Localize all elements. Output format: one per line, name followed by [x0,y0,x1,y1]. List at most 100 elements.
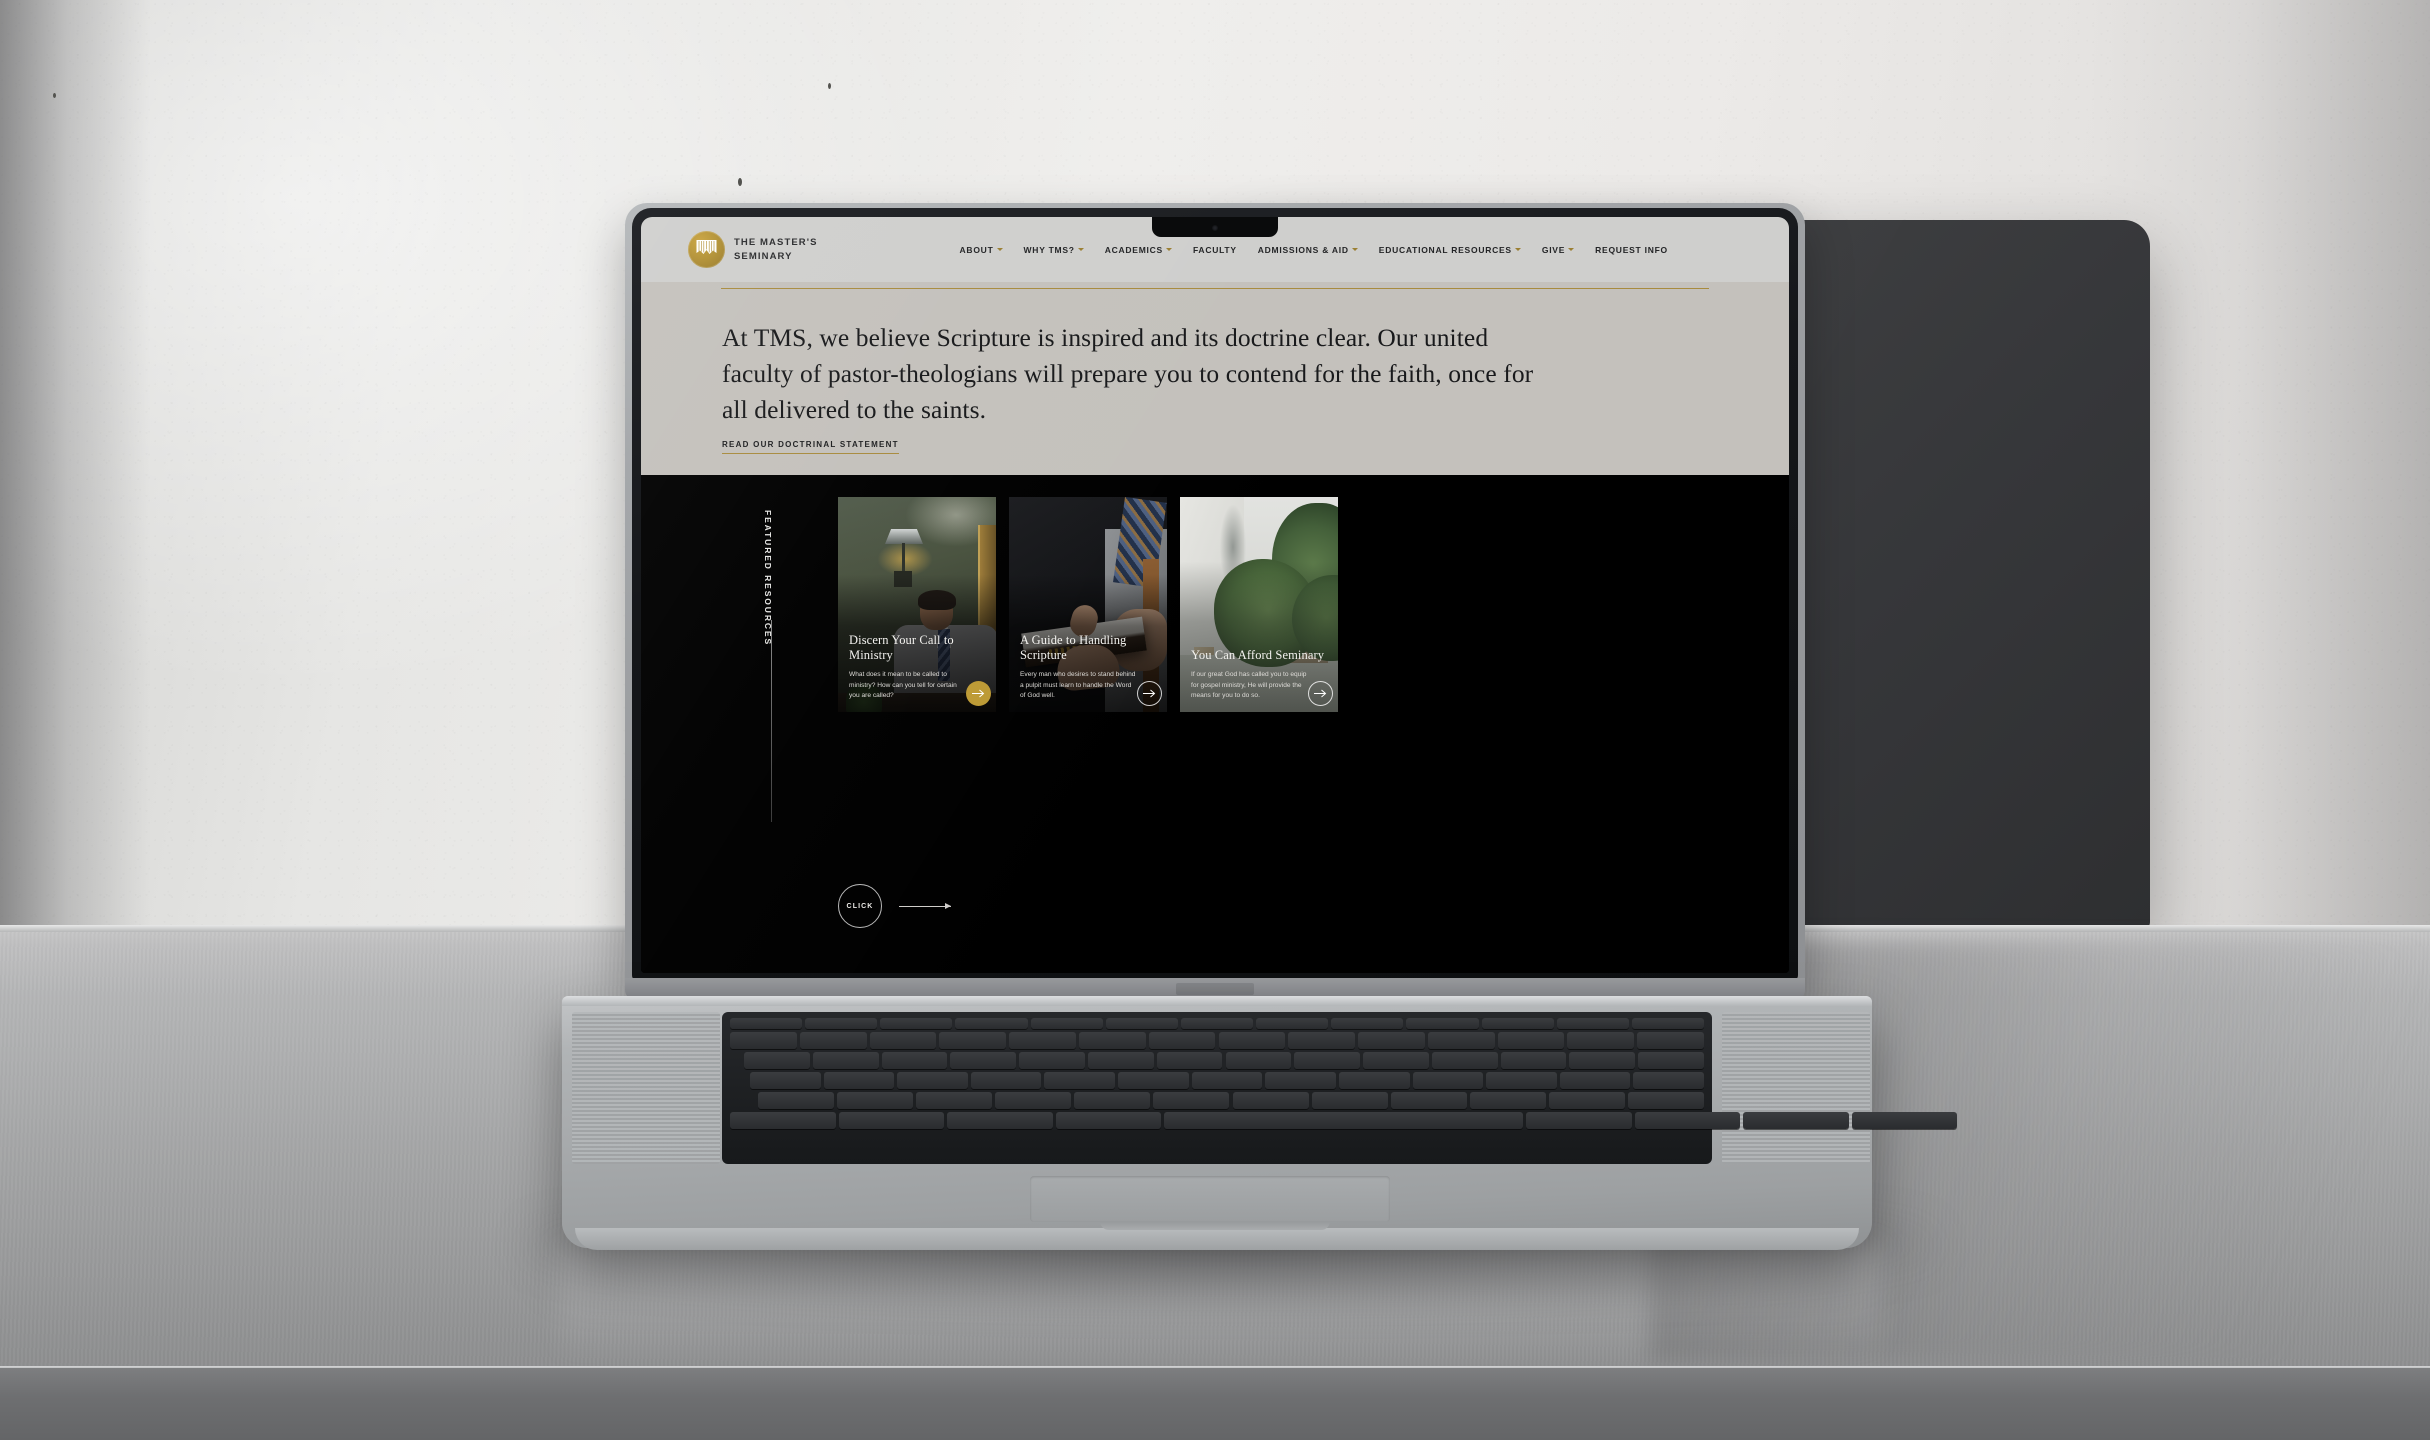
nav-item-why-tms[interactable]: WHY TMS? [1024,245,1084,255]
keyboard-key[interactable] [1225,1052,1292,1069]
keyboard-key[interactable] [1634,1112,1741,1129]
keyboard-key[interactable] [1019,1052,1085,1069]
keyboard-key[interactable] [730,1112,836,1129]
keyboard-key[interactable] [947,1112,1053,1129]
keyboard-key[interactable] [1431,1052,1498,1069]
arrow-right-icon [1314,689,1327,698]
card-content: Discern Your Call to Ministry What does … [849,633,985,701]
carousel-click-button[interactable]: CLICK [838,884,882,928]
keyboard-key[interactable] [838,1112,945,1129]
keyboard-key[interactable] [939,1032,1007,1049]
keyboard-key[interactable] [1288,1032,1356,1049]
keyboard-key[interactable] [1559,1072,1631,1089]
keyboard-key[interactable] [1153,1092,1230,1109]
keyboard-key[interactable] [730,1018,803,1029]
featured-resources-rule [771,620,772,822]
resource-card[interactable]: Discern Your Call to Ministry What does … [838,497,996,712]
keyboard-key[interactable] [1637,1032,1704,1049]
keyboard-key[interactable] [1256,1018,1329,1029]
keyboard-key[interactable] [1627,1092,1704,1109]
nav-item-request-info[interactable]: REQUEST INFO [1595,245,1668,255]
keyboard-key[interactable] [1009,1032,1076,1049]
keyboard-key[interactable] [1358,1032,1425,1049]
keyboard-key[interactable] [1526,1112,1632,1129]
keyboard-key[interactable] [1363,1052,1429,1069]
keyboard-key[interactable] [744,1052,810,1069]
keyboard-key[interactable] [955,1018,1028,1029]
keyboard-key[interactable] [1406,1018,1479,1029]
keyboard-key[interactable] [1469,1092,1546,1109]
keyboard-key[interactable] [916,1092,993,1109]
keyboard-key[interactable] [1265,1072,1336,1089]
keyboard-key[interactable] [750,1072,821,1089]
keyboard-key[interactable] [1548,1092,1625,1109]
keyboard-key[interactable] [1331,1018,1404,1029]
keyboard-key[interactable] [880,1018,953,1029]
keyboard-key[interactable] [1191,1072,1263,1089]
site-logo[interactable]: THE MASTER'S SEMINARY [688,231,818,268]
card-arrow-button[interactable] [1137,681,1162,706]
card-arrow-button[interactable] [1308,681,1333,706]
keyboard-key[interactable] [837,1092,914,1109]
keyboard-key[interactable] [1743,1112,1849,1129]
keyboard-key[interactable] [1218,1032,1286,1049]
keyboard-key[interactable] [823,1072,895,1089]
nav-item-about[interactable]: ABOUT [960,245,1003,255]
keyboard-key[interactable] [1044,1072,1116,1089]
keyboard-key[interactable] [730,1032,797,1049]
card-arrow-button[interactable] [966,681,991,706]
nav-item-faculty[interactable]: FACULTY [1193,245,1237,255]
keyboard-key[interactable] [1569,1052,1636,1069]
keyboard-key[interactable] [1055,1112,1162,1129]
nav-item-academics[interactable]: ACADEMICS [1105,245,1172,255]
keyboard-key[interactable] [1638,1052,1704,1069]
keyboard-key[interactable] [1338,1072,1410,1089]
keyboard-key[interactable] [1486,1072,1557,1089]
keyboard-key[interactable] [1148,1032,1216,1049]
keyboard-key[interactable] [1030,1018,1103,1029]
keyboard-key[interactable] [758,1092,835,1109]
keyboard-key[interactable] [805,1018,878,1029]
keyboard-key[interactable] [1851,1112,1958,1129]
resource-card[interactable]: A Guide to Handling Scripture Every man … [1009,497,1167,712]
keyboard-key[interactable] [1497,1032,1565,1049]
keyboard-key[interactable] [1118,1072,1189,1089]
keyboard-key[interactable] [950,1052,1017,1069]
keyboard-key[interactable] [1180,1018,1254,1029]
read-doctrinal-statement-link[interactable]: READ OUR DOCTRINAL STATEMENT [722,440,899,454]
keyboard-key[interactable] [1427,1032,1495,1049]
keyboard-key[interactable] [897,1072,968,1089]
keyboard-key[interactable] [1164,1112,1524,1129]
keyboard-key[interactable] [995,1092,1072,1109]
keyboard-key[interactable] [1412,1072,1484,1089]
keyboard-key[interactable] [1105,1018,1178,1029]
keyboard-key[interactable] [1500,1052,1567,1069]
laptop: THE MASTER'S SEMINARY ABOUT WHY TMS? ACA… [0,0,2430,1440]
trackpad[interactable] [1030,1176,1390,1222]
chevron-down-icon [1514,248,1521,251]
keyboard-key[interactable] [1156,1052,1223,1069]
keyboard-key[interactable] [1294,1052,1361,1069]
keyboard-key[interactable] [1567,1032,1635,1049]
card-title: You Can Afford Seminary [1191,648,1325,663]
nav-item-admissions-and-aid[interactable]: ADMISSIONS & AID [1258,245,1358,255]
keyboard-key[interactable] [970,1072,1042,1089]
keyboard-key[interactable] [1631,1018,1704,1029]
keyboard-key[interactable] [1087,1052,1154,1069]
keyboard-key[interactable] [869,1032,937,1049]
keyboard-key[interactable] [1311,1092,1388,1109]
nav-item-educational-resources[interactable]: EDUCATIONAL RESOURCES [1379,245,1521,255]
keyboard-key[interactable] [812,1052,879,1069]
nav-item-give[interactable]: GIVE [1542,245,1575,255]
keyboard-key[interactable] [881,1052,948,1069]
keyboard-key[interactable] [1232,1092,1309,1109]
carousel-next-arrow-icon[interactable] [899,902,951,909]
keyboard-key[interactable] [1390,1092,1467,1109]
keyboard-key[interactable] [1633,1072,1704,1089]
keyboard-key[interactable] [1078,1032,1146,1049]
resource-card[interactable]: You Can Afford Seminary If our great God… [1180,497,1338,712]
keyboard-key[interactable] [1481,1018,1554,1029]
keyboard-key[interactable] [799,1032,867,1049]
keyboard-key[interactable] [1074,1092,1151,1109]
keyboard-key[interactable] [1556,1018,1629,1029]
